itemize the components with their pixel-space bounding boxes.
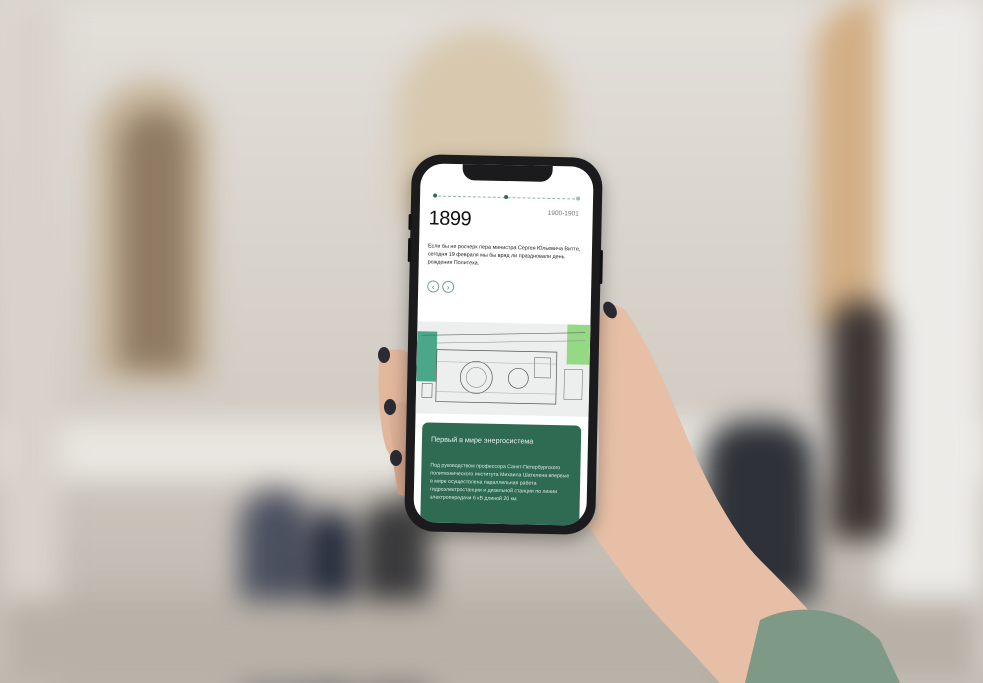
- volume-button: [408, 213, 412, 231]
- info-card[interactable]: Первый в мире энергосистема Под руководс…: [420, 422, 582, 526]
- timeline-dot[interactable]: [576, 196, 581, 201]
- phone-screen: 1899 1900-1901 Если бы не росчерк пера м…: [413, 163, 594, 526]
- smartphone: 1899 1900-1901 Если бы не росчерк пера м…: [404, 154, 603, 535]
- blueprint-image: [415, 321, 591, 417]
- timeline-dot[interactable]: [433, 193, 438, 198]
- timeline-dot[interactable]: [503, 194, 508, 200]
- fingernail: [384, 399, 396, 415]
- year-title: 1899: [428, 207, 472, 231]
- chevron-right-icon: ›: [446, 282, 450, 292]
- next-button[interactable]: ›: [442, 280, 455, 293]
- prev-button[interactable]: ‹: [427, 280, 440, 293]
- card-body: Под руководством профессора Санкт-Петерб…: [429, 462, 570, 503]
- next-year-link[interactable]: 1900-1901: [548, 210, 579, 218]
- volume-button: [407, 237, 412, 263]
- sweater-sleeve: [745, 609, 900, 683]
- card-title: Первый в мире энергосистема: [430, 434, 534, 446]
- notch: [461, 163, 553, 182]
- timeline-arrows: ‹ ›: [427, 280, 455, 293]
- fingernail: [378, 347, 390, 363]
- timeline-progress[interactable]: [433, 193, 581, 201]
- intro-text: Если бы не росчерк пера министра Сергея …: [427, 243, 581, 267]
- fingernail: [390, 450, 402, 466]
- chevron-left-icon: ‹: [431, 282, 435, 292]
